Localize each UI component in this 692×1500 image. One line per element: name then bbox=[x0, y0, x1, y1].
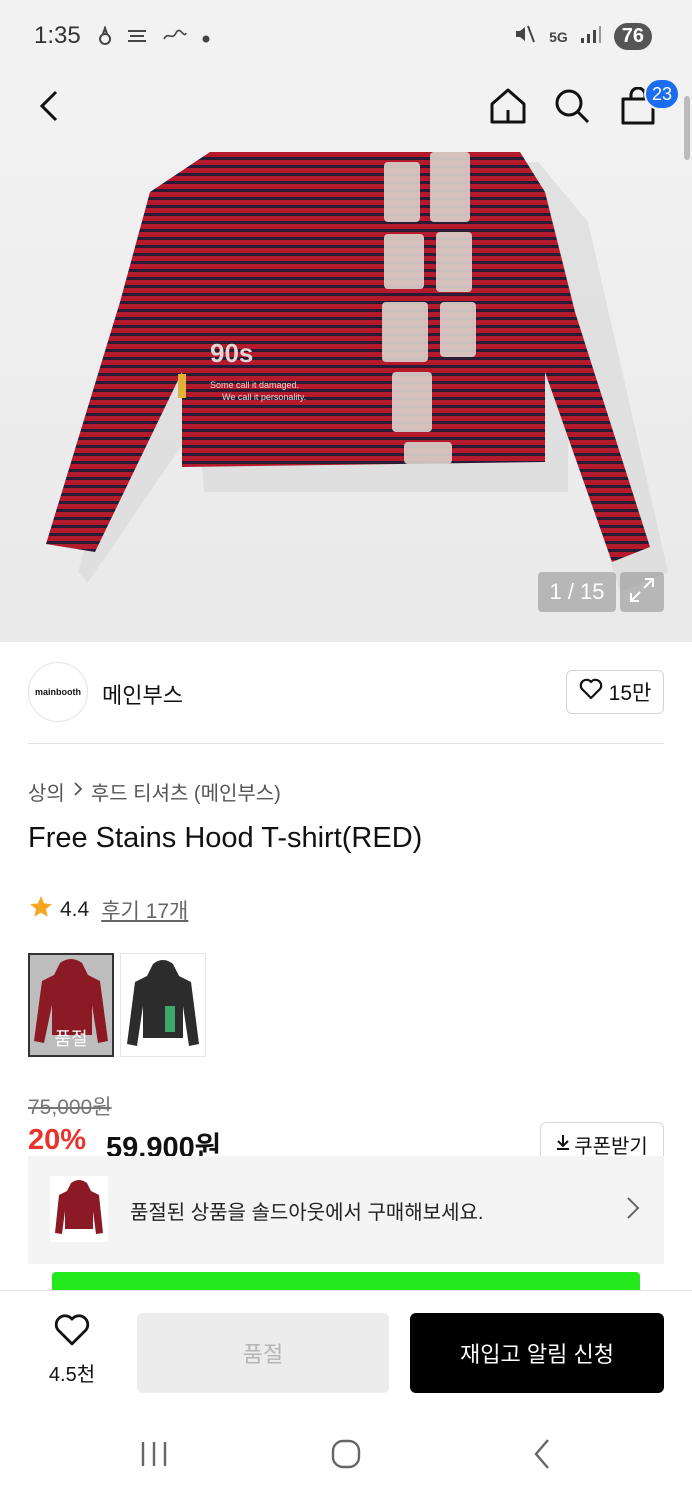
bottom-action-bar: 4.5천 품절 재입고 알림 신청 bbox=[0, 1290, 692, 1412]
brand-logo[interactable]: mainbooth bbox=[28, 662, 88, 722]
heart-outline-icon bbox=[53, 1313, 91, 1352]
recent-apps-button[interactable] bbox=[130, 1436, 178, 1476]
soldout-marketplace-banner[interactable]: 품절된 상품을 솔드아웃에서 구매해보세요. bbox=[28, 1156, 664, 1264]
more-dot-icon bbox=[202, 30, 210, 48]
status-time: 1:35 bbox=[34, 22, 81, 49]
print-90s-text: 90s bbox=[210, 338, 253, 368]
product-like-button[interactable]: 4.5천 bbox=[30, 1313, 114, 1393]
color-swatch-black[interactable] bbox=[120, 953, 206, 1057]
print-subtext-1: Some call it damaged. bbox=[210, 380, 299, 390]
battery-indicator: 76 bbox=[613, 23, 652, 50]
divider bbox=[28, 743, 664, 744]
heart-outline-icon bbox=[579, 678, 603, 706]
home-icon bbox=[488, 86, 528, 131]
top-app-bar: 23 bbox=[0, 76, 692, 152]
home-nav-button[interactable] bbox=[322, 1436, 370, 1476]
home-circle-icon bbox=[330, 1438, 362, 1475]
download-icon bbox=[556, 1133, 570, 1156]
notification-icon bbox=[98, 24, 112, 51]
color-swatch-red[interactable]: 품절 bbox=[28, 953, 114, 1057]
coupon-label: 쿠폰받기 bbox=[574, 1135, 648, 1158]
signal-icon bbox=[580, 24, 602, 49]
review-link[interactable]: 후기 17개 bbox=[101, 895, 188, 925]
recent-apps-icon bbox=[139, 1440, 169, 1473]
back-button[interactable] bbox=[26, 84, 74, 132]
restock-alert-button[interactable]: 재입고 알림 신청 bbox=[410, 1313, 664, 1393]
cart-button[interactable]: 23 bbox=[614, 78, 680, 132]
brand-logo-text: mainbooth bbox=[35, 687, 81, 697]
network-icon: 5G bbox=[549, 28, 568, 45]
back-nav-button[interactable] bbox=[518, 1436, 566, 1476]
brand-like-count: 15만 bbox=[608, 682, 652, 705]
status-right-icons: 5G 76 bbox=[513, 22, 652, 51]
swatch-black-image bbox=[121, 954, 205, 1056]
swatch-soldout-label: 품절 bbox=[54, 1029, 88, 1049]
breadcrumb: 상의 후드 티셔츠 (메인부스) bbox=[28, 777, 281, 806]
chevron-left-icon bbox=[38, 90, 62, 127]
product-title: Free Stains Hood T-shirt(RED) bbox=[28, 822, 423, 854]
search-icon bbox=[553, 87, 591, 130]
soldout-button[interactable]: 품절 bbox=[137, 1313, 389, 1393]
chevron-right-icon bbox=[73, 780, 83, 803]
product-image: 90s Some call it damaged. We call it per… bbox=[46, 152, 668, 592]
chevron-left-icon bbox=[532, 1438, 552, 1475]
mute-icon bbox=[513, 22, 537, 51]
scrollbar[interactable] bbox=[684, 96, 690, 160]
chevron-right-icon bbox=[626, 1196, 640, 1225]
search-button[interactable] bbox=[548, 84, 596, 132]
brand-name[interactable]: 메인부스 bbox=[102, 678, 183, 710]
product-like-count: 4.5천 bbox=[48, 1364, 96, 1386]
star-icon bbox=[28, 894, 54, 926]
status-notification-icons bbox=[98, 24, 210, 51]
home-button[interactable] bbox=[484, 84, 532, 132]
breadcrumb-subcategory[interactable]: 후드 티셔츠 (메인부스) bbox=[91, 777, 281, 806]
app-notification-icon bbox=[162, 29, 188, 48]
product-image-carousel[interactable]: 90s Some call it damaged. We call it per… bbox=[0, 152, 692, 642]
expand-image-button[interactable] bbox=[620, 572, 664, 612]
rating-value: 4.4 bbox=[60, 898, 90, 921]
expand-icon bbox=[628, 576, 656, 609]
print-subtext-2: We call it personality. bbox=[222, 392, 306, 402]
banner-product-thumbnail bbox=[50, 1176, 108, 1242]
breadcrumb-category[interactable]: 상의 bbox=[28, 777, 65, 806]
brand-like-button[interactable]: 15만 bbox=[566, 670, 664, 714]
image-counter: 1 / 15 bbox=[538, 572, 616, 612]
status-bar: 1:35 5G 76 bbox=[0, 0, 692, 76]
banner-text: 품절된 상품을 솔드아웃에서 구매해보세요. bbox=[130, 1202, 484, 1224]
original-price: 75,000원 bbox=[28, 1096, 112, 1119]
cart-count-badge: 23 bbox=[644, 78, 680, 110]
system-navigation-bar bbox=[0, 1412, 692, 1500]
news-icon bbox=[126, 28, 148, 49]
brand-row: mainbooth 메인부스 15만 bbox=[28, 662, 664, 722]
discount-rate: 20% bbox=[28, 1124, 87, 1156]
rating-row: 4.4 후기 17개 bbox=[28, 894, 188, 926]
